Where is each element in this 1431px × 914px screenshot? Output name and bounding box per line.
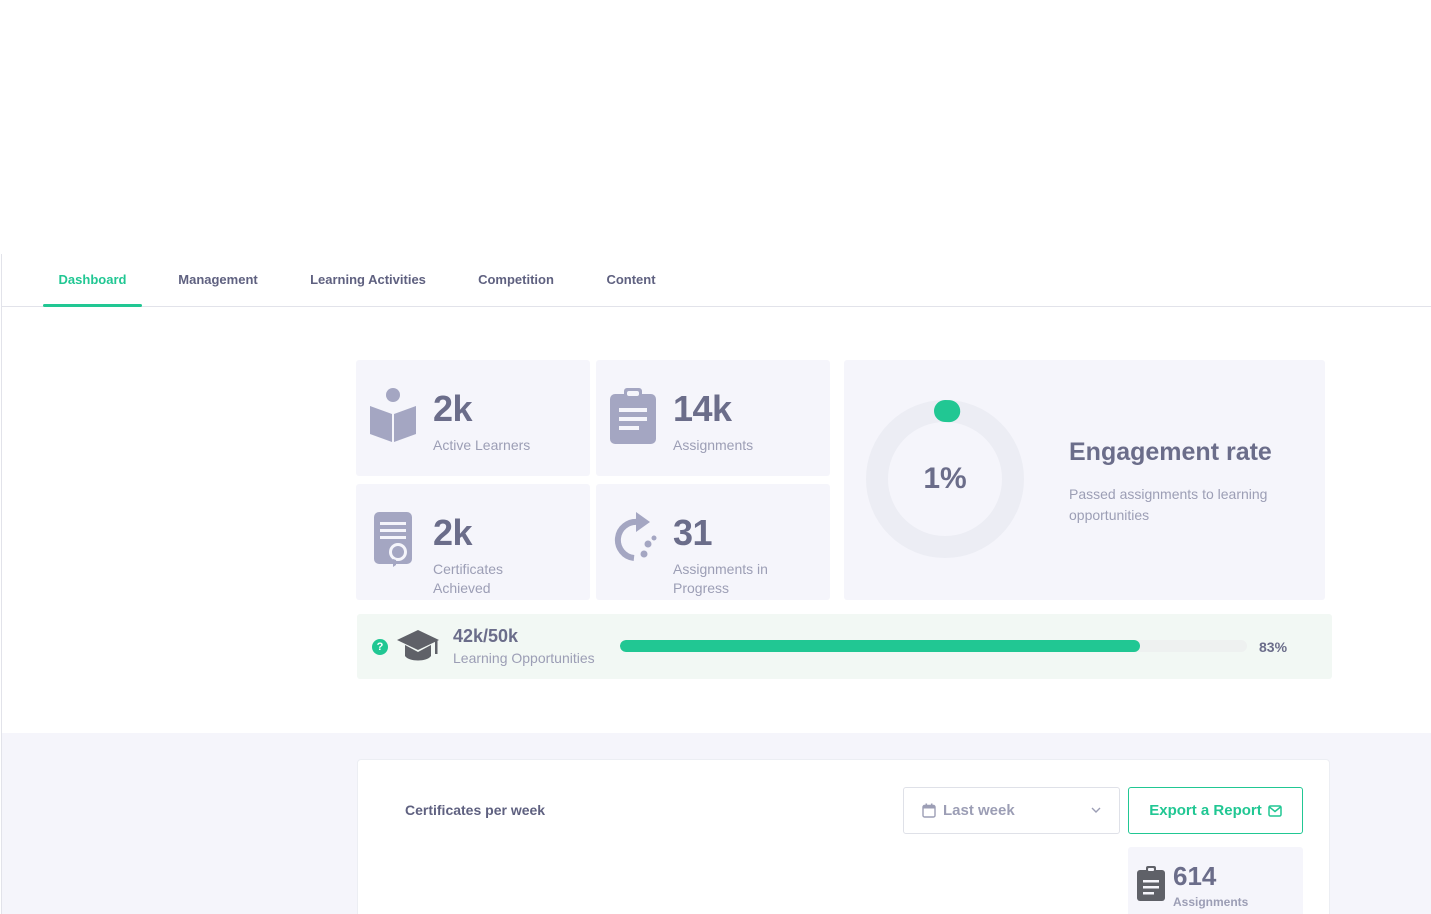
export-report-label: Export a Report xyxy=(1149,802,1262,819)
stat-card-certificates: 2k Certificates Achieved xyxy=(356,484,590,600)
stat-card-assignments-in-progress: 31 Assignments in Progress xyxy=(596,484,830,600)
opportunities-percent: 83% xyxy=(1259,639,1288,655)
active-learners-value: 2k xyxy=(433,388,473,429)
mini-stat-label: Assignments xyxy=(1173,895,1249,909)
tab-dashboard[interactable]: Dashboard xyxy=(43,254,142,307)
tab-management[interactable]: Management xyxy=(172,254,264,306)
stat-card-assignments: 14k Assignments xyxy=(596,360,830,476)
clipboard-icon xyxy=(610,388,656,444)
tab-learning-activities[interactable]: Learning Activities xyxy=(306,254,430,306)
tab-content[interactable]: Content xyxy=(602,254,660,306)
engagement-rate-card: 1% Engagement rate Passed assignments to… xyxy=(844,360,1325,600)
progress-arrow-icon xyxy=(614,512,657,561)
envelope-icon xyxy=(1268,804,1282,817)
mini-stat-assignments: 614 Assignments xyxy=(1128,847,1303,914)
assignments-value: 14k xyxy=(673,388,732,429)
main-tabs: Dashboard Management Learning Activities… xyxy=(1,254,1431,307)
certificate-icon xyxy=(374,512,412,567)
tab-competition[interactable]: Competition xyxy=(474,254,558,306)
certificates-per-week-card: Certificates per week Last week Export a… xyxy=(357,759,1330,914)
mini-stat-value: 614 xyxy=(1173,861,1217,891)
engagement-value: 1% xyxy=(923,462,967,495)
in-progress-label: Assignments in Progress xyxy=(673,561,768,596)
period-select-value: Last week xyxy=(943,802,1015,819)
certificates-section: Certificates per week Last week Export a… xyxy=(1,733,1431,914)
in-progress-value: 31 xyxy=(673,512,713,553)
export-report-button[interactable]: Export a Report xyxy=(1128,787,1303,834)
dashboard-overview: 2k Active Learners 14k Assignments 2k Ce… xyxy=(1,307,1431,733)
book-reader-icon xyxy=(370,388,416,442)
certificates-label: Certificates Achieved xyxy=(433,561,504,596)
engagement-title: Engagement rate xyxy=(1069,438,1272,466)
certificates-per-week-title: Certificates per week xyxy=(405,802,546,818)
opportunities-progress-fill xyxy=(620,640,1141,652)
chevron-down-icon xyxy=(1091,807,1101,813)
engagement-subtitle: Passed assignments to learning opportuni… xyxy=(1069,486,1268,523)
learning-opportunities-bar: ? 42k/50k Learning Opportunities 83% xyxy=(357,614,1332,679)
certificates-value: 2k xyxy=(433,512,473,553)
active-learners-label: Active Learners xyxy=(433,437,531,453)
top-blank-area xyxy=(0,0,1431,254)
assignments-label: Assignments xyxy=(673,437,754,453)
help-icon[interactable]: ? xyxy=(372,639,388,655)
opportunities-value: 42k/50k xyxy=(453,626,519,646)
opportunities-progress-track xyxy=(620,640,1247,652)
graduation-cap-icon xyxy=(397,630,439,661)
stat-card-active-learners: 2k Active Learners xyxy=(356,360,590,476)
clipboard-icon xyxy=(1137,866,1165,901)
period-select[interactable]: Last week xyxy=(903,787,1120,834)
calendar-icon xyxy=(922,803,936,818)
opportunities-label: Learning Opportunities xyxy=(453,650,595,666)
